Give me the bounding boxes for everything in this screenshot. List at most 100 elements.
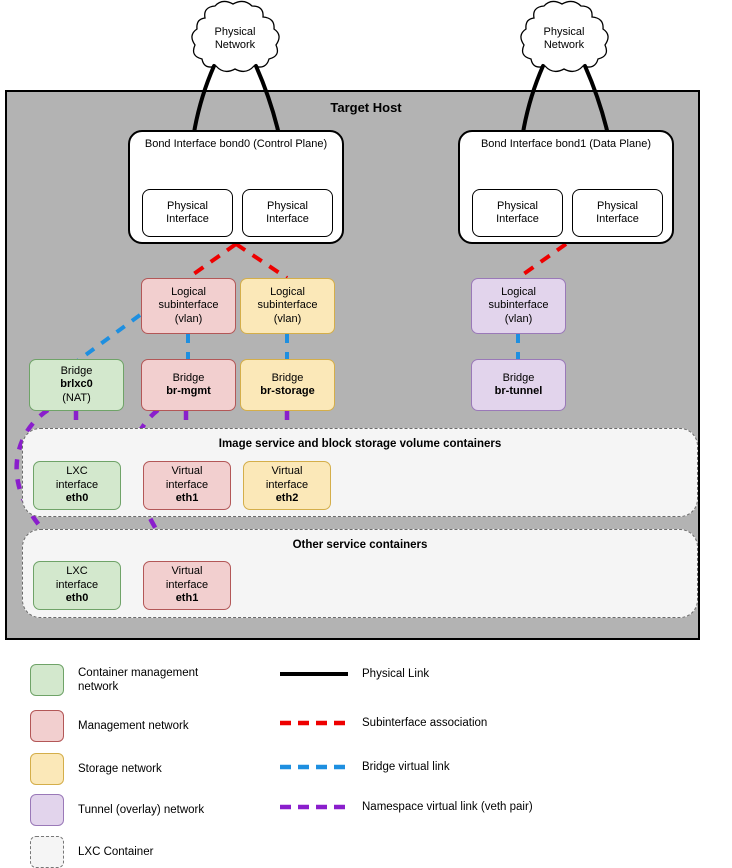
bond0-if2-line1: Physical bbox=[267, 199, 308, 212]
cloud-right-line1: Physical bbox=[543, 25, 585, 38]
subif-storage-line1: Logical bbox=[270, 285, 305, 298]
cloud-right-label: Physical Network bbox=[524, 24, 604, 54]
subif-mgmt-line2: subinterface bbox=[158, 299, 219, 312]
bond1-physical-interface-1[interactable]: Physical Interface bbox=[472, 189, 563, 237]
group-other-services-title: Other service containers bbox=[292, 539, 428, 551]
cloud-right-line2: Network bbox=[543, 39, 585, 51]
bridge-br-mgmt[interactable]: Bridge br-mgmt bbox=[141, 359, 236, 411]
legend-line-bridge-link bbox=[280, 764, 348, 770]
bridge-br-storage[interactable]: Bridge br-storage bbox=[240, 359, 335, 411]
bridge-brlxc0-line3: (NAT) bbox=[62, 391, 91, 404]
bond1-label: Bond Interface bond1 (Data Plane) bbox=[460, 138, 672, 152]
legend-label-namespace-link: Namespace virtual link (veth pair) bbox=[362, 801, 533, 813]
legend-swatch-management bbox=[30, 710, 64, 742]
logical-subinterface-mgmt[interactable]: Logical subinterface (vlan) bbox=[141, 278, 236, 334]
grpA-eth1-line1: Virtual bbox=[171, 465, 203, 478]
bridge-br-tunnel-line1: Bridge bbox=[502, 371, 535, 384]
bond1-if2-line1: Physical bbox=[597, 199, 638, 212]
legend-line-subif-assoc bbox=[280, 720, 348, 726]
grpB-eth1-line2: interface bbox=[165, 578, 209, 591]
page-title: Target Host bbox=[330, 100, 402, 115]
legend-row-lxc-container: LXC Container bbox=[30, 836, 153, 868]
bridge-br-tunnel[interactable]: Bridge br-tunnel bbox=[471, 359, 566, 411]
subif-tunnel-line2: subinterface bbox=[488, 299, 549, 312]
virtual-interface-eth1-image-storage[interactable]: Virtual interface eth1 bbox=[143, 461, 231, 510]
lxc-interface-eth0-image-storage[interactable]: LXC interface eth0 bbox=[33, 461, 121, 510]
legend-label-container-mgmt: Container management network bbox=[78, 667, 199, 693]
grpA-eth2-name: eth2 bbox=[275, 492, 299, 505]
legend-swatch-tunnel bbox=[30, 794, 64, 826]
bond1-if1-line2: Interface bbox=[496, 213, 539, 225]
bond-interface-bond0[interactable]: Bond Interface bond0 (Control Plane) Phy… bbox=[128, 130, 344, 244]
bridge-brlxc0-name: brlxc0 bbox=[60, 378, 93, 391]
grpB-eth1-name: eth1 bbox=[175, 592, 199, 605]
logical-subinterface-tunnel[interactable]: Logical subinterface (vlan) bbox=[471, 278, 566, 334]
logical-subinterface-storage[interactable]: Logical subinterface (vlan) bbox=[240, 278, 335, 334]
subif-tunnel-line1: Logical bbox=[501, 285, 536, 298]
legend-label-management: Management network bbox=[78, 720, 189, 732]
legend-label-tunnel: Tunnel (overlay) network bbox=[78, 804, 205, 816]
bond0-name: bond0 bbox=[219, 138, 251, 150]
legend-row-subif-assoc: Subinterface association bbox=[278, 716, 487, 730]
bond1-role: (Data Plane) bbox=[589, 138, 652, 150]
bond0-role: (Control Plane) bbox=[253, 138, 328, 150]
grpB-eth1-line1: Virtual bbox=[171, 565, 203, 578]
legend-line-namespace-link bbox=[280, 804, 348, 810]
bridge-brlxc0[interactable]: Bridge brlxc0 (NAT) bbox=[29, 359, 124, 411]
legend-row-storage: Storage network bbox=[30, 753, 162, 785]
grpA-eth2-line2: interface bbox=[265, 478, 309, 491]
legend-label-subif-assoc: Subinterface association bbox=[362, 717, 488, 729]
diagram-canvas: Target Host Physical Network Physical Ne… bbox=[0, 0, 732, 868]
bond1-title: Bond Interface bbox=[480, 138, 553, 150]
cloud-left-line2: Network bbox=[214, 39, 256, 51]
bridge-br-storage-line1: Bridge bbox=[271, 371, 304, 384]
legend: Container management network Management … bbox=[0, 648, 732, 868]
legend-row-management: Management network bbox=[30, 710, 189, 742]
bond1-name: bond1 bbox=[555, 138, 587, 150]
cloud-left-label: Physical Network bbox=[195, 24, 275, 54]
bond1-if2-line2: Interface bbox=[596, 213, 639, 225]
subif-mgmt-line1: Logical bbox=[171, 285, 206, 298]
bond0-if1-line2: Interface bbox=[166, 213, 209, 225]
virtual-interface-eth1-other-services[interactable]: Virtual interface eth1 bbox=[143, 561, 231, 610]
subif-mgmt-line3: (vlan) bbox=[174, 312, 203, 325]
bond0-physical-interface-2[interactable]: Physical Interface bbox=[242, 189, 333, 237]
cloud-left-line1: Physical bbox=[214, 25, 256, 38]
bond-interface-bond1[interactable]: Bond Interface bond1 (Data Plane) Physic… bbox=[458, 130, 674, 244]
virtual-interface-eth2-image-storage[interactable]: Virtual interface eth2 bbox=[243, 461, 331, 510]
lxc-interface-eth0-other-services[interactable]: LXC interface eth0 bbox=[33, 561, 121, 610]
grpA-eth1-line2: interface bbox=[165, 478, 209, 491]
grpA-eth0-name: eth0 bbox=[65, 492, 89, 505]
bond1-if1-line1: Physical bbox=[497, 199, 538, 212]
legend-row-tunnel: Tunnel (overlay) network bbox=[30, 794, 204, 826]
legend-swatch-lxc-container bbox=[30, 836, 64, 868]
bond0-label: Bond Interface bond0 (Control Plane) bbox=[130, 138, 342, 152]
bridge-br-tunnel-name: br-tunnel bbox=[494, 385, 543, 397]
bridge-brlxc0-line1: Bridge bbox=[60, 364, 93, 377]
container-group-image-storage: Image service and block storage volume c… bbox=[22, 428, 698, 517]
bridge-br-storage-name: br-storage bbox=[260, 385, 315, 397]
bridge-br-mgmt-line1: Bridge bbox=[172, 371, 205, 384]
legend-swatch-storage bbox=[30, 753, 64, 785]
legend-label-bridge-link: Bridge virtual link bbox=[362, 761, 450, 773]
bond1-physical-interface-2[interactable]: Physical Interface bbox=[572, 189, 663, 237]
grpB-eth0-line1: LXC bbox=[66, 565, 88, 578]
bridge-br-mgmt-name: br-mgmt bbox=[166, 385, 211, 397]
bond0-physical-interface-1[interactable]: Physical Interface bbox=[142, 189, 233, 237]
legend-label-storage: Storage network bbox=[78, 763, 162, 775]
legend-line-physical-link bbox=[280, 672, 348, 676]
legend-row-container-mgmt: Container management network bbox=[30, 664, 198, 696]
bond0-if1-line1: Physical bbox=[167, 199, 208, 212]
group-image-storage-title: Image service and block storage volume c… bbox=[218, 438, 502, 450]
subif-storage-line3: (vlan) bbox=[273, 312, 302, 325]
grpA-eth1-name: eth1 bbox=[175, 492, 199, 505]
legend-label-lxc-container: LXC Container bbox=[78, 846, 154, 858]
grpA-eth0-line2: interface bbox=[55, 478, 99, 491]
grpB-eth0-name: eth0 bbox=[65, 592, 89, 605]
subif-storage-line2: subinterface bbox=[257, 299, 318, 312]
container-group-other-services: Other service containers bbox=[22, 529, 698, 618]
grpA-eth0-line1: LXC bbox=[66, 465, 88, 478]
legend-row-namespace-link: Namespace virtual link (veth pair) bbox=[278, 800, 533, 814]
legend-row-bridge-link: Bridge virtual link bbox=[278, 760, 450, 774]
subif-tunnel-line3: (vlan) bbox=[504, 312, 533, 325]
